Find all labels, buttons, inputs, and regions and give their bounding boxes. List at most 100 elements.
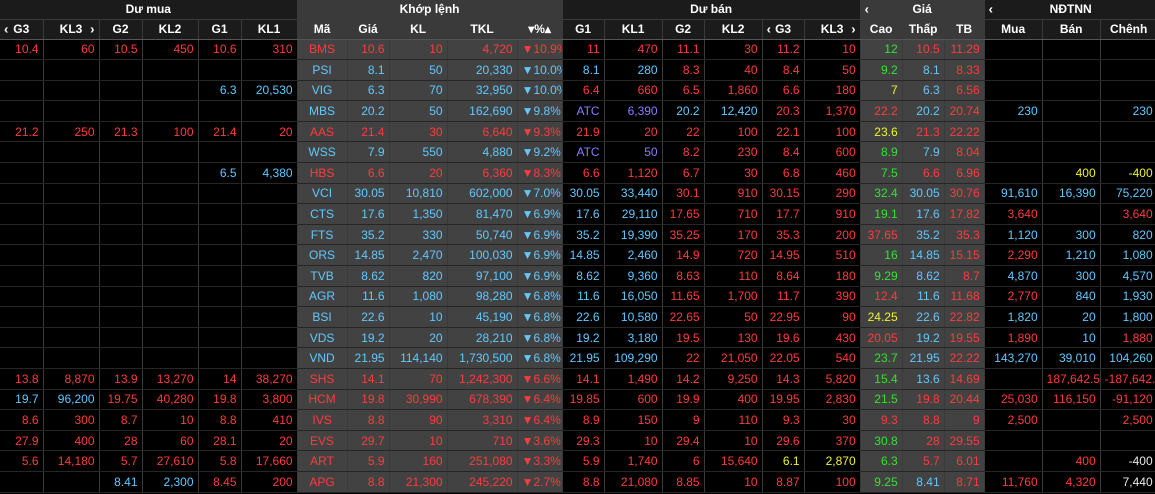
table-row[interactable]: FTS 35.2 330 50,740 ▼6.9% 35.2 19,390 35.25 170 3… [0,224,1155,246]
col-gia[interactable]: Giá [347,19,390,40]
table-row[interactable]: PSI8.15020,330▼10.0%8.12808.3408.4509.28… [0,59,1155,81]
table-row[interactable]: TVB 8.62 820 97,100 ▼6.9% 8.62 9,360 8.63 110 8.6… [0,265,1155,287]
table-cell: 9.29 [860,265,903,287]
stock-symbol[interactable]: BMS [297,39,348,61]
col-kl3[interactable]: KL3 › [43,19,100,40]
table-row[interactable]: 13.8 8,870 13.9 13,270 14 38,270 SHS 14.1 70 1,24… [0,368,1155,390]
col-s-g2[interactable]: G2 [662,19,705,40]
table-cell: ▼6.9% [517,224,563,246]
table-row[interactable]: ORS 14.85 2,470 100,030 ▼6.9% 14.85 2,460 14.9 7… [0,244,1155,267]
col-s-kl2[interactable]: KL2 [704,19,763,40]
col-s-kl3[interactable]: KL3 › [804,19,861,40]
col-mua[interactable]: Mua [984,19,1043,40]
table-row[interactable]: 5.6 14,180 5.7 27,610 5.8 17,660 ART 5.9 160 251,… [0,450,1155,472]
stock-symbol[interactable]: VND [297,347,348,369]
col-ban[interactable]: Bán [1042,19,1101,40]
col-g1[interactable]: G1 [198,19,242,40]
col-tkl[interactable]: TKL [447,19,518,40]
table-cell: 8.04 [944,141,985,164]
col-ma[interactable]: Mã [297,19,348,40]
table-cell: 10.4 [0,39,44,61]
chevron-right-icon[interactable]: › [90,22,94,37]
table-row[interactable]: CTS 17.6 1,350 81,470 ▼6.9% 17.6 29,110 17.65 71… [0,203,1155,225]
table-cell: 11.7 [762,286,805,308]
table-cell: 28,210 [447,327,518,349]
table-row[interactable]: BSI 22.6 10 45,190 ▼6.8% 22.6 10,580 22.65 50 22.… [0,306,1155,328]
group-du-ban-label: Dư bán [690,2,733,17]
stock-symbol[interactable]: EVS [297,430,348,452]
table-cell: 15,640 [704,450,763,472]
table-cell: 20 [389,162,448,184]
table-row[interactable]: VND 21.95 114,140 1,730,500 ▼6.8% 21.95 109,29… [0,347,1155,369]
col-s-g1[interactable]: G1 [562,19,605,40]
stock-symbol[interactable]: MBS [297,100,348,122]
table-row[interactable]: 19.7 96,200 19.75 40,280 19.8 3,800 HCM 19.8 30,… [0,389,1155,411]
table-cell: 96,200 [43,389,100,411]
table-row[interactable]: 21.2 250 21.3 100 21.4 20 AAS 21.4 30 6,640 ▼9.3% 2… [0,121,1155,143]
col-tb[interactable]: TB [944,19,985,40]
table-cell: 10.6 [347,39,390,61]
table-cell: 8.62 [562,265,605,287]
stock-symbol[interactable]: HBS [297,162,348,184]
stock-symbol[interactable]: CTS [297,203,348,225]
col-cao[interactable]: Cao [860,19,903,40]
table-cell: 8.7 [99,409,143,431]
table-cell: ▼10.0% [517,59,563,81]
stock-symbol[interactable]: HCM [297,389,348,411]
table-cell: 7.5 [860,162,903,184]
stock-symbol[interactable]: ART [297,450,348,472]
col-g2[interactable]: G2 [99,19,143,40]
stock-symbol[interactable]: VDS [297,327,348,349]
table-row[interactable]: 6.5 4,380 HBS 6.6 20 6,360 ▼8.3% 6.6 1,120 6.7 30 6… [0,162,1155,184]
stock-symbol[interactable]: IVS [297,409,348,431]
table-row[interactable]: 27.9 400 28 60 28.1 20 EVS 29.7 10 710 ▼3.6% 29.3 10… [0,430,1155,452]
chevron-left-icon[interactable]: ‹ [4,22,8,37]
table-row[interactable]: VDS 19.2 20 28,210 ▼6.8% 19.2 3,180 19.5 130 19.6… [0,327,1155,349]
table-row[interactable]: 6.320,530VIG6.37032,950▼10.0%6.46606.51,… [0,80,1155,102]
table-row[interactable]: WSS 7.9 550 4,880 ▼9.2% ATC 50 8.2 230 8.4 600 8.9 7… [0,141,1155,164]
col-s-kl1[interactable]: KL1 [604,19,663,40]
table-cell: 8.1 [562,59,605,81]
table-row[interactable]: VCI 30.05 10,810 602,000 ▼7.0% 30.05 33,440 30.… [0,183,1155,205]
stock-symbol[interactable]: VIG [297,80,348,102]
table-cell [1042,121,1101,143]
stock-symbol[interactable]: ORS [297,244,348,267]
table-cell: 600 [604,389,663,411]
chevron-left-icon[interactable]: ‹ [767,22,771,37]
table-row[interactable]: 10.46010.545010.6310BMS10.6104,720▼10.9%… [0,39,1155,61]
col-s-g3[interactable]: ‹ G3 [762,19,805,40]
stock-symbol[interactable]: AGR [297,286,348,308]
stock-symbol[interactable]: BSI [297,306,348,328]
table-row[interactable]: AGR 11.6 1,080 98,280 ▼6.8% 11.6 16,050 11.65 1,… [0,286,1155,308]
sort-up-icon[interactable]: ▴ [545,22,551,36]
col-kl[interactable]: KL [389,19,448,40]
col-label: G2 [112,22,129,36]
stock-symbol[interactable]: TVB [297,265,348,287]
table-row[interactable]: MBS 20.2 50 162,690 ▼9.8% ATC 6,390 20.2 12,420 2… [0,100,1155,122]
table-cell [43,306,100,328]
col-kl1[interactable]: KL1 [241,19,298,40]
col-thap[interactable]: Thấp [902,19,945,40]
stock-symbol[interactable]: APG [297,471,348,493]
table-cell: 11.6 [347,286,390,308]
chevron-left-icon[interactable]: ‹ [865,2,869,17]
stock-symbol[interactable]: WSS [297,141,348,164]
table-cell: 19.8 [198,389,242,411]
col-chenh[interactable]: Chênh [1100,19,1155,40]
chevron-right-icon[interactable]: › [851,22,855,37]
table-row[interactable]: 8.41 2,300 8.45 200 APG 8.8 21,300 245,220 ▼2.7%… [0,471,1155,493]
col-g3[interactable]: ‹ G3 [0,19,44,40]
stock-symbol[interactable]: AAS [297,121,348,143]
chevron-left-icon[interactable]: ‹ [989,2,993,17]
table-cell: 14.85 [902,244,945,267]
table-cell [99,100,143,122]
stock-symbol[interactable]: PSI [297,59,348,81]
stock-symbol[interactable]: SHS [297,368,348,390]
stock-symbol[interactable]: FTS [297,224,348,246]
col-kl2[interactable]: KL2 [142,19,199,40]
table-cell: 13.6 [902,368,945,390]
table-cell [99,244,143,267]
col-pct[interactable]: ▾%▴ [517,19,563,40]
table-row[interactable]: 8.6 300 8.7 10 8.8 410 IVS 8.8 90 3,310 ▼6.4% 8.9 15… [0,409,1155,431]
stock-symbol[interactable]: VCI [297,183,348,205]
